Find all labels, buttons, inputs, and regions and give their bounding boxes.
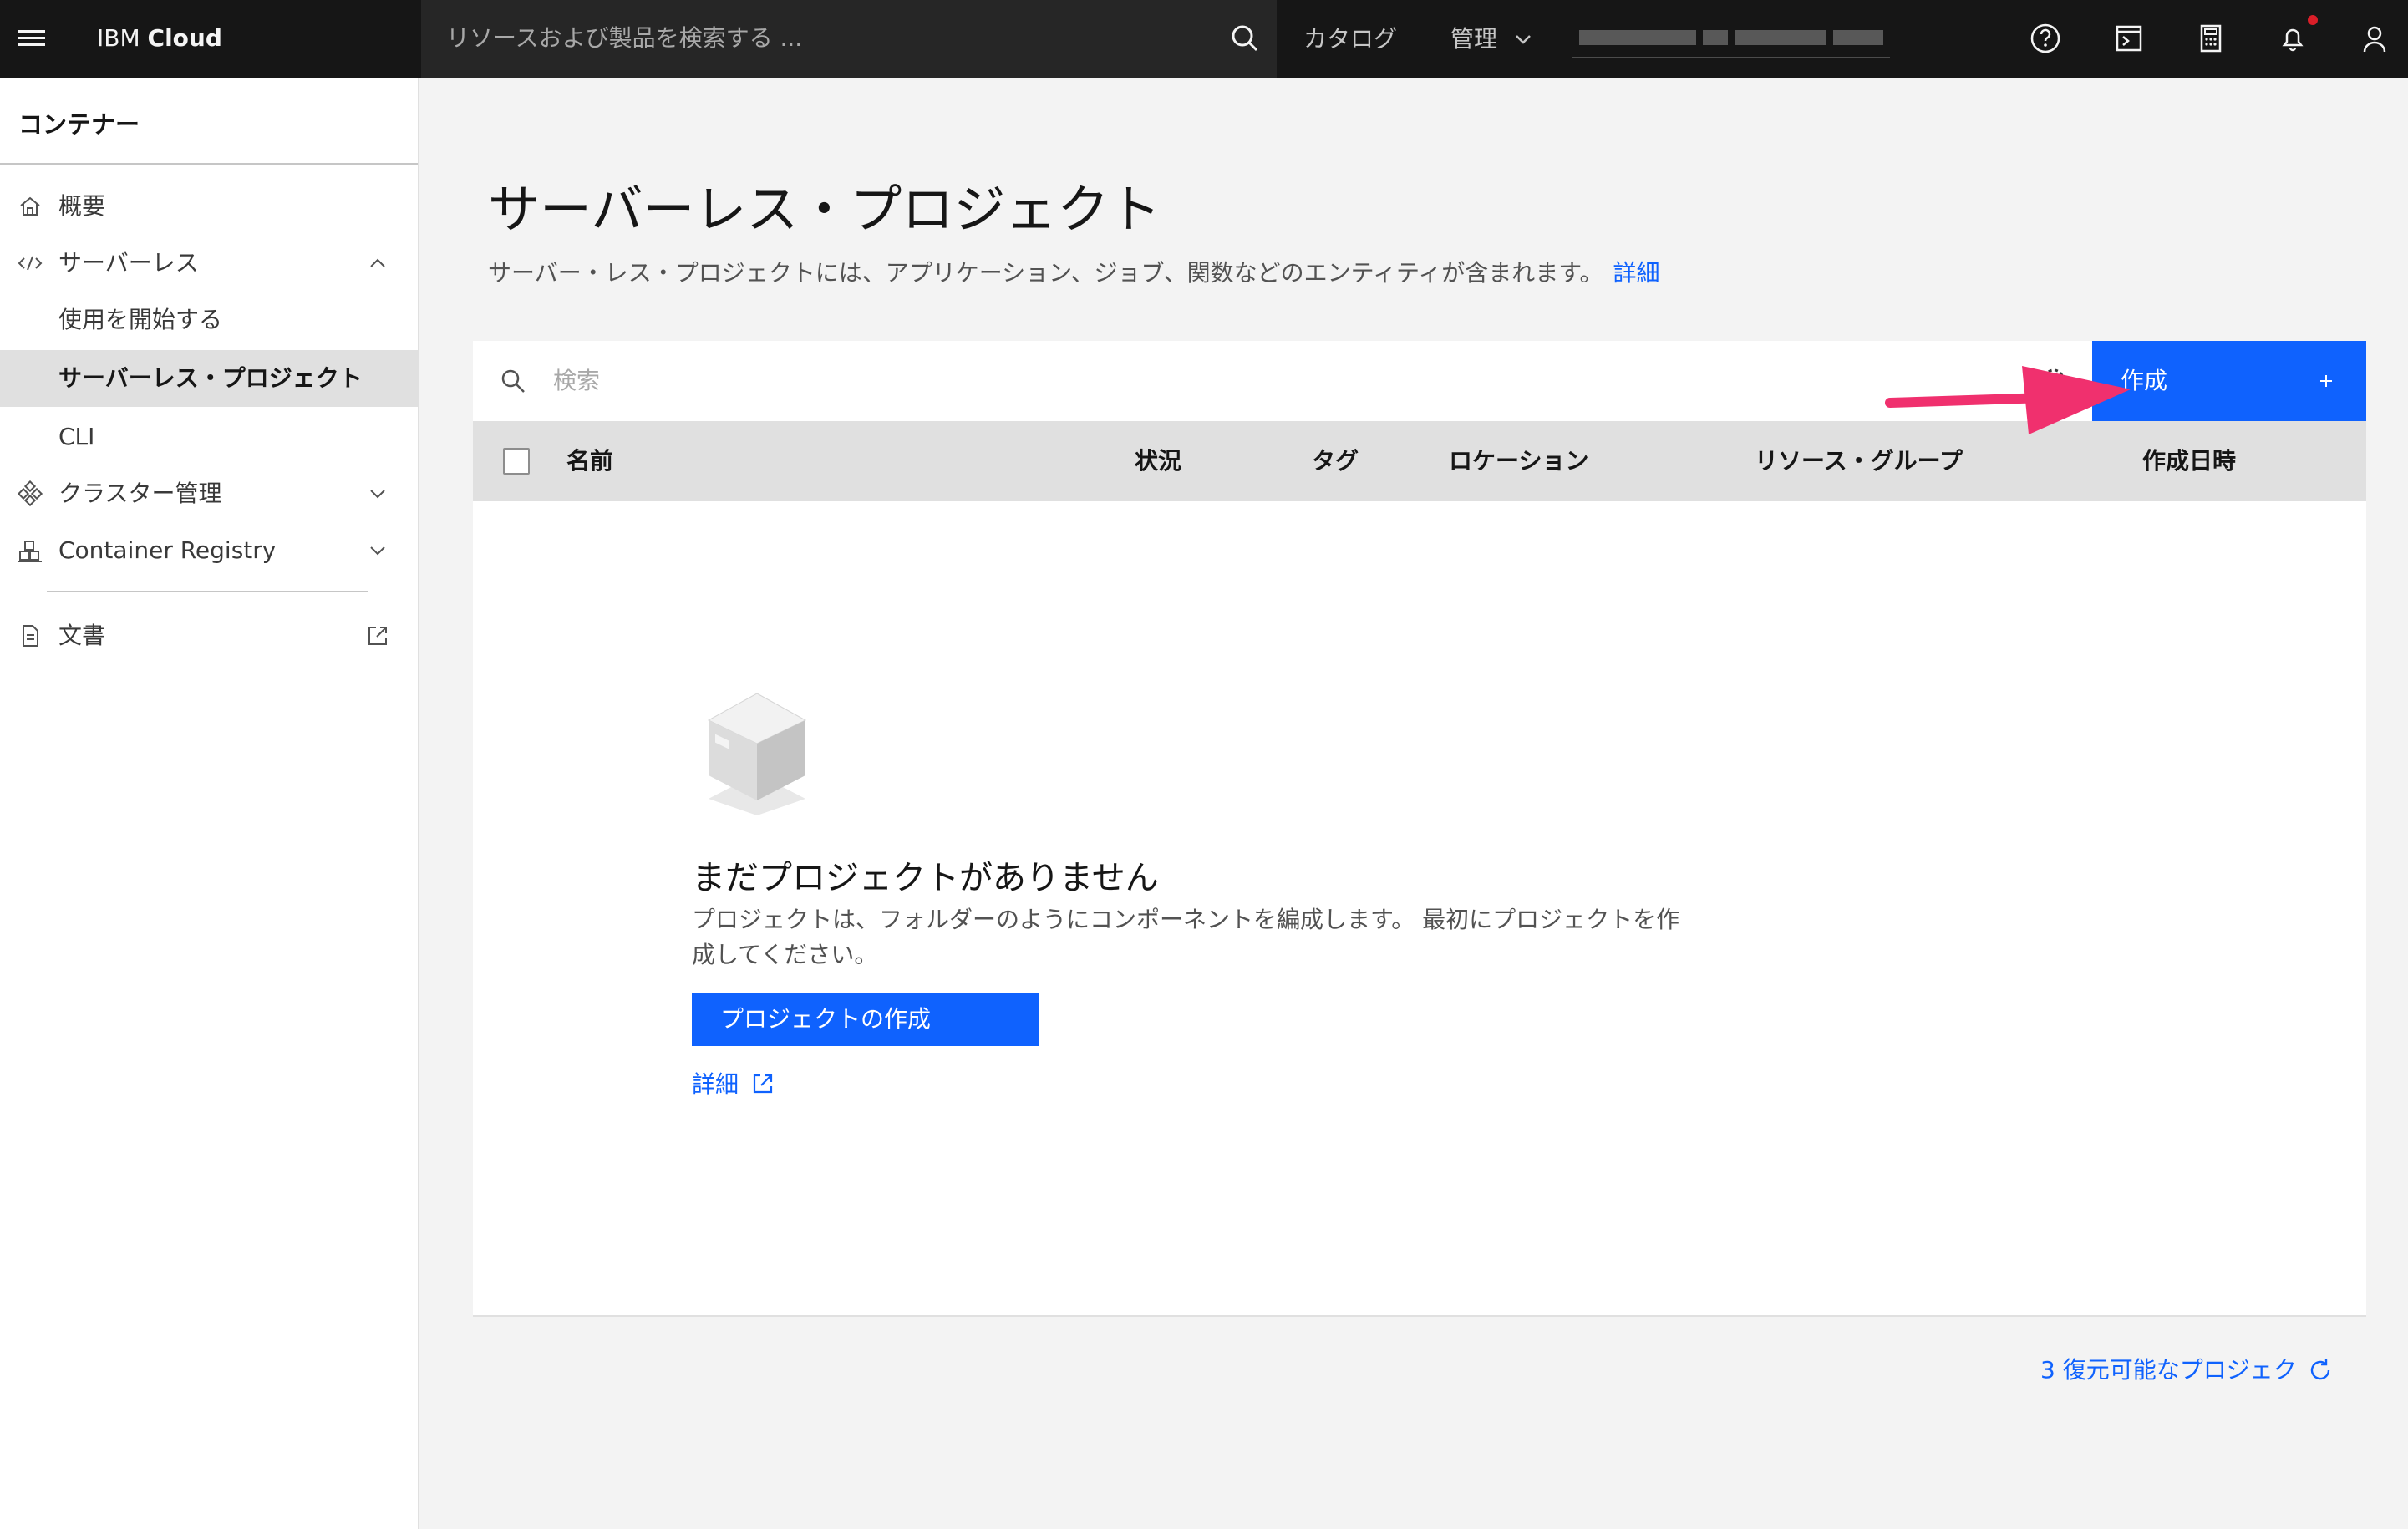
sidebar-item-container-registry[interactable]: Container Registry — [0, 522, 418, 579]
notification-badge — [2308, 15, 2318, 25]
terminal-icon[interactable] — [2109, 18, 2149, 58]
top-header: IBM Cloud リソースおよび製品を検索する ... カタログ 管理 — [0, 0, 2408, 78]
global-search-input[interactable]: リソースおよび製品を検索する ... — [421, 0, 1277, 78]
search-placeholder: リソースおよび製品を検索する ... — [446, 24, 803, 52]
search-icon[interactable] — [1225, 18, 1265, 58]
chevron-down-icon — [364, 537, 391, 564]
sidebar-item-serverless[interactable]: サーバーレス — [0, 235, 418, 292]
external-link-icon — [364, 622, 391, 649]
sidebar-separator — [47, 591, 368, 592]
sidebar-item-get-started[interactable]: 使用を開始する — [0, 292, 418, 348]
document-icon — [17, 622, 43, 649]
chevron-up-icon — [364, 250, 391, 277]
restore-icon — [2307, 1357, 2334, 1384]
select-all-checkbox[interactable] — [503, 448, 530, 475]
notification-icon[interactable] — [2273, 18, 2313, 58]
brand-logo[interactable]: IBM Cloud — [97, 22, 222, 55]
account-switcher[interactable] — [1572, 18, 1890, 58]
menu-icon[interactable] — [15, 22, 48, 55]
help-icon[interactable] — [2025, 18, 2065, 58]
plus-icon — [2314, 369, 2338, 393]
external-link-icon — [750, 1071, 775, 1096]
empty-state-description: プロジェクトは、フォルダーのようにコンポーネントを編成します。 最初にプロジェク… — [692, 906, 1680, 968]
empty-box-icon — [690, 683, 824, 817]
user-avatar-icon[interactable] — [2355, 18, 2395, 58]
home-icon — [17, 193, 43, 220]
column-header-name[interactable]: 名前 — [566, 421, 613, 501]
page-title: サーバーレス・プロジェクト — [488, 179, 1161, 240]
sidebar-item-cluster-management[interactable]: クラスター管理 — [0, 465, 418, 522]
chevron-down-icon — [364, 480, 391, 507]
column-header-created[interactable]: 作成日時 — [2142, 421, 2236, 501]
registry-icon — [17, 537, 43, 564]
sidebar: コンテナー 概要 サーバーレス 使用を開始する サーバーレス・プロジェクト CL… — [0, 78, 419, 1529]
sidebar-item-docs[interactable]: 文書 — [0, 607, 418, 664]
column-header-status[interactable]: 状況 — [1135, 421, 1181, 501]
search-icon[interactable] — [498, 366, 528, 396]
column-header-tags[interactable]: タグ — [1312, 421, 1359, 501]
code-icon — [17, 250, 43, 277]
details-link[interactable]: 詳細 — [1613, 259, 1660, 287]
column-header-location[interactable]: ロケーション — [1449, 421, 1588, 501]
sidebar-item-cli[interactable]: CLI — [0, 409, 418, 465]
sidebar-item-overview[interactable]: 概要 — [0, 178, 418, 235]
calculator-icon[interactable] — [2191, 18, 2231, 58]
nav-catalog[interactable]: カタログ — [1303, 0, 1397, 78]
table-search-input[interactable]: 検索 — [553, 341, 600, 421]
nav-manage[interactable]: 管理 — [1450, 0, 1533, 78]
annotation-arrow — [1880, 351, 2147, 443]
sidebar-title: コンテナー — [18, 110, 140, 139]
empty-state-title: まだプロジェクトがありません — [692, 859, 1159, 897]
create-project-button[interactable]: プロジェクトの作成 — [692, 993, 1039, 1046]
empty-state-details-link[interactable]: 詳細 — [692, 1066, 775, 1103]
projects-table: 検索 作成 名前 状況 タグ ロケーション リソース・グループ 作成日時 まだプ… — [473, 341, 2366, 1317]
sidebar-item-serverless-projects[interactable]: サーバーレス・プロジェクト — [0, 350, 418, 407]
restorable-projects-link[interactable]: 3 復元可能なプロジェク — [2040, 1352, 2334, 1389]
page-description: サーバー・レス・プロジェクトには、アプリケーション、ジョブ、関数などのエンティテ… — [488, 259, 1660, 287]
cluster-icon — [17, 480, 43, 507]
chevron-down-icon — [1516, 35, 1531, 44]
sidebar-divider — [0, 163, 418, 165]
